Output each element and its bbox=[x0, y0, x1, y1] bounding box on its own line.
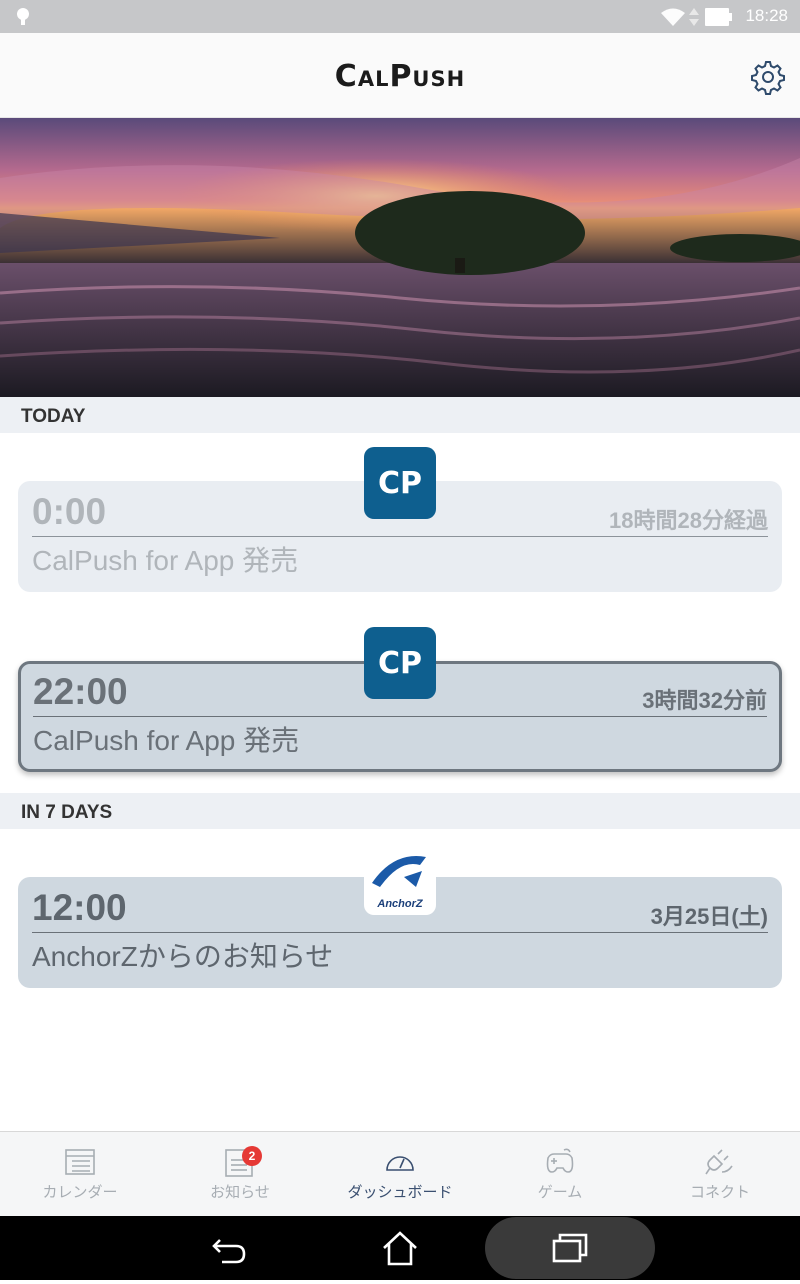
hero-banner-image bbox=[0, 118, 800, 397]
nav-item-dashboard[interactable]: ダッシュボード bbox=[320, 1132, 480, 1217]
system-navigation-bar bbox=[0, 1216, 800, 1280]
section-label: IN 7 DAYS bbox=[21, 802, 113, 823]
recents-button[interactable] bbox=[540, 1216, 600, 1280]
nav-item-connect[interactable]: コネクト bbox=[640, 1132, 800, 1217]
recents-icon bbox=[552, 1233, 588, 1263]
calpush-logo: CP bbox=[364, 447, 436, 519]
app-title: CalPush bbox=[334, 59, 466, 94]
event-relative-time: 18時間28分経過 bbox=[609, 508, 768, 533]
gamepad-icon bbox=[546, 1148, 574, 1173]
event-title: AnchorZからのお知らせ bbox=[32, 941, 334, 972]
android-icon bbox=[17, 8, 29, 25]
battery-icon bbox=[705, 8, 732, 26]
event-divider bbox=[33, 716, 767, 717]
dashboard-icon bbox=[386, 1156, 414, 1171]
event-time: 0:00 bbox=[32, 491, 107, 532]
logo-text: AnchorZ bbox=[376, 898, 424, 910]
event-divider bbox=[32, 536, 768, 537]
nav-label: ダッシュボード bbox=[347, 1183, 453, 1201]
event-relative-time: 3月25日(土) bbox=[650, 904, 768, 929]
section-label: TODAY bbox=[21, 406, 86, 427]
event-title: CalPush for App 発売 bbox=[32, 545, 299, 576]
event-relative-time: 3時間32分前 bbox=[642, 688, 767, 713]
status-clock: 18:28 bbox=[745, 6, 788, 25]
back-icon bbox=[212, 1239, 246, 1264]
section-header-today: TODAY bbox=[0, 397, 800, 433]
logo-text: CP bbox=[378, 466, 422, 501]
event-time: 12:00 bbox=[32, 887, 127, 928]
plug-icon bbox=[705, 1149, 733, 1175]
nav-label: ゲーム bbox=[537, 1183, 583, 1201]
notification-badge: 2 bbox=[242, 1146, 262, 1166]
back-button[interactable] bbox=[200, 1216, 260, 1280]
anchorz-logo: AnchorZ bbox=[364, 843, 436, 915]
nav-label: コネクト bbox=[689, 1183, 750, 1201]
settings-button[interactable] bbox=[750, 59, 786, 95]
event-divider bbox=[32, 932, 768, 933]
wifi-icon bbox=[661, 8, 685, 26]
logo-text: CP bbox=[378, 646, 422, 681]
home-button[interactable] bbox=[370, 1216, 430, 1280]
event-title: CalPush for App 発売 bbox=[33, 725, 300, 756]
status-bar: 18:28 bbox=[0, 0, 800, 33]
nav-label: カレンダー bbox=[42, 1183, 118, 1201]
home-icon bbox=[383, 1231, 417, 1266]
bottom-navigation: カレンダー 2 お知らせ ダッシュボード ゲーム コネクト bbox=[0, 1131, 800, 1216]
gear-icon bbox=[751, 61, 785, 95]
nav-item-game[interactable]: ゲーム bbox=[480, 1132, 640, 1217]
section-header-in-7-days: IN 7 DAYS bbox=[0, 793, 800, 829]
calpush-logo: CP bbox=[364, 627, 436, 699]
event-time: 22:00 bbox=[33, 671, 128, 712]
calendar-icon bbox=[65, 1149, 95, 1175]
nav-item-news[interactable]: 2 お知らせ bbox=[160, 1132, 320, 1217]
nav-label: お知らせ bbox=[210, 1183, 270, 1201]
signal-icon bbox=[689, 8, 699, 26]
app-header: CalPush bbox=[0, 33, 800, 118]
nav-item-calendar[interactable]: カレンダー bbox=[0, 1132, 160, 1217]
